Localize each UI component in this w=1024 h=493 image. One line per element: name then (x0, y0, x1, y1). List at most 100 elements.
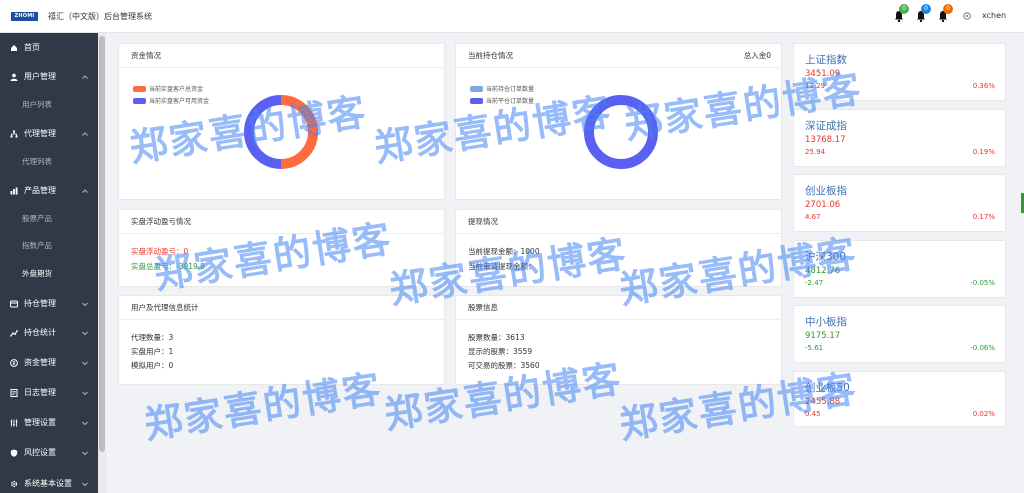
funds-card-title: 资金情况 (119, 44, 444, 68)
notification-bell-2[interactable]: 0 (916, 4, 931, 22)
tradable-stock-count: 可交易的股票：3560 (468, 361, 540, 370)
money-icon (10, 359, 18, 367)
index-change-pct: 0.02% (972, 410, 995, 418)
sidebar-item-label: 风控设置 (24, 448, 56, 457)
legend-swatch (470, 98, 483, 104)
sidebar-subitem-8[interactable]: 外盘期货 (0, 263, 98, 285)
index-name: 深证成指 (805, 120, 847, 132)
index-change: 12.29 (805, 82, 826, 90)
user-icon (10, 73, 18, 81)
sidebar-subitem-label: 外盘期货 (22, 269, 52, 278)
demo-user-count: 模拟用户：0 (131, 361, 174, 370)
sidebar-item-position[interactable]: 持仓管理 (0, 293, 98, 315)
chevron-down-icon (82, 302, 88, 307)
sidebar-item-chart[interactable]: 产品管理 (0, 180, 98, 202)
index-name: 沪深300 (805, 251, 847, 263)
sidebar-subitem-label: 指数产品 (22, 241, 52, 250)
sidebar-item-home[interactable]: 首页 (0, 37, 98, 59)
legend-item[interactable]: 当前持仓订单数量 (470, 84, 534, 93)
sidebar-item-label: 首页 (24, 43, 40, 52)
gear-icon[interactable] (962, 11, 972, 21)
real-user-count: 实盘用户：1 (131, 347, 174, 356)
index-card[interactable]: 上证指数 3451.09 12.29 0.36% (793, 43, 1006, 101)
notification-bell-1[interactable]: 0 (894, 4, 909, 22)
withdrawn-value: 1000 (520, 247, 540, 256)
brand-logo[interactable]: ZHOMI (11, 12, 38, 21)
positions-card: 当前持仓情况 总入金0 当前持仓订单数量 当前平仓订单数量 (455, 43, 782, 200)
sidebar-item-label: 系统基本设置 (24, 479, 72, 488)
withdraw-card: 提现情况 当前提现金额：1000 当前审请提现金额： (455, 209, 782, 287)
sidebar-subitem-7[interactable]: 指数产品 (0, 235, 98, 257)
index-change: 25.94 (805, 148, 826, 156)
sidebar-item-money[interactable]: 资金管理 (0, 352, 98, 374)
sidebar-item-label: 用户管理 (24, 72, 56, 81)
index-card[interactable]: 创业板指 2701.06 4.67 0.17% (793, 174, 1006, 232)
username[interactable]: xchen (982, 11, 1006, 20)
index-card[interactable]: 创业板50 2455.88 0.45 0.02% (793, 371, 1006, 427)
legend-item[interactable]: 当前平仓订单数量 (470, 96, 534, 105)
app-title: 禧汇（中文版）后台管理系统 (48, 12, 152, 21)
settings-icon (10, 419, 18, 427)
chevron-down-icon (82, 361, 88, 366)
index-price: 4812.76 (805, 266, 841, 276)
sidebar-subitem-6[interactable]: 股票产品 (0, 208, 98, 230)
sidebar-subitem-label: 用户列表 (22, 100, 52, 109)
sidebar-scrollbar-thumb[interactable] (99, 36, 105, 452)
positions-card-title: 当前持仓情况 总入金0 (456, 44, 781, 68)
sidebar-subitem-2[interactable]: 用户列表 (0, 94, 98, 116)
sidebar-item-label: 持仓管理 (24, 299, 56, 308)
sidebar-item-settings[interactable]: 管理设置 (0, 412, 98, 434)
notification-badge: 0 (921, 4, 931, 14)
index-name: 创业板50 (805, 382, 850, 394)
legend-item[interactable]: 当前实盘客户总资金 (133, 84, 203, 93)
sidebar-subitem-4[interactable]: 代理列表 (0, 151, 98, 173)
users-card-title: 用户及代理信息统计 (119, 296, 444, 320)
org-icon (10, 130, 18, 138)
donut-slice-1[interactable] (244, 95, 282, 169)
pnl-card: 实盘浮动盈亏情况 实盘浮动盈亏：0 实盘总盈亏：-3919.8 (118, 209, 445, 287)
sidebar-item-log[interactable]: 日志管理 (0, 382, 98, 404)
log-icon (10, 389, 18, 397)
index-change-pct: 0.17% (972, 213, 995, 221)
index-price: 3451.09 (805, 69, 841, 79)
legend-swatch (470, 86, 483, 92)
positions-title-text: 当前持仓情况 (468, 51, 513, 60)
index-change: -2.47 (805, 279, 824, 287)
index-name: 上证指数 (805, 54, 847, 66)
index-change: 0.45 (805, 410, 821, 418)
sidebar-item-system[interactable]: 系统基本设置 (0, 473, 98, 493)
chevron-down-icon (82, 482, 88, 487)
notification-badge: 0 (943, 4, 953, 14)
index-change-pct: -0.06% (970, 344, 995, 352)
positions-donut-chart (584, 95, 658, 169)
index-change-pct: 0.19% (972, 148, 995, 156)
index-change: 4.67 (805, 213, 821, 221)
sidebar-item-org[interactable]: 代理管理 (0, 123, 98, 145)
stats-icon (10, 329, 18, 337)
donut-slice-1[interactable] (584, 95, 658, 169)
chevron-up-icon (82, 189, 88, 193)
legend-swatch (133, 98, 146, 104)
sidebar-item-label: 资金管理 (24, 358, 56, 367)
stock-count: 股票数量：3613 (468, 333, 525, 342)
index-card[interactable]: 深证成指 13768.17 25.94 0.19% (793, 109, 1006, 167)
index-card[interactable]: 沪深300 4812.76 -2.47 -0.05% (793, 240, 1006, 298)
sidebar-item-stats[interactable]: 持仓统计 (0, 322, 98, 344)
withdrawn-amount: 当前提现金额：1000 (468, 247, 540, 256)
index-price: 13768.17 (805, 135, 846, 145)
funds-card: 资金情况 当前实盘客户总资金 当前实盘客户可用资金 (118, 43, 445, 200)
notification-bell-3[interactable]: 0 (938, 4, 953, 22)
top-bar: ZHOMI 禧汇（中文版）后台管理系统 0 0 0 xchen (0, 0, 1024, 33)
donut-slice-0[interactable] (280, 95, 318, 169)
sidebar-item-shield[interactable]: 风控设置 (0, 442, 98, 464)
index-card[interactable]: 中小板指 9175.17 -5.61 -0.06% (793, 305, 1006, 363)
displayed-stock-count: 显示的股票：3559 (468, 347, 533, 356)
floating-pnl-value: 0 (183, 247, 189, 256)
legend-item[interactable]: 当前实盘客户可用资金 (133, 96, 209, 105)
position-icon (10, 300, 18, 308)
sidebar-item-user[interactable]: 用户管理 (0, 66, 98, 88)
index-price: 2455.88 (805, 397, 841, 407)
users-card: 用户及代理信息统计 代理数量：3 实盘用户：1 模拟用户：0 (118, 295, 445, 385)
stocks-card: 股票信息 股票数量：3613 显示的股票：3559 可交易的股票：3560 (455, 295, 782, 385)
index-change-pct: -0.05% (970, 279, 995, 287)
